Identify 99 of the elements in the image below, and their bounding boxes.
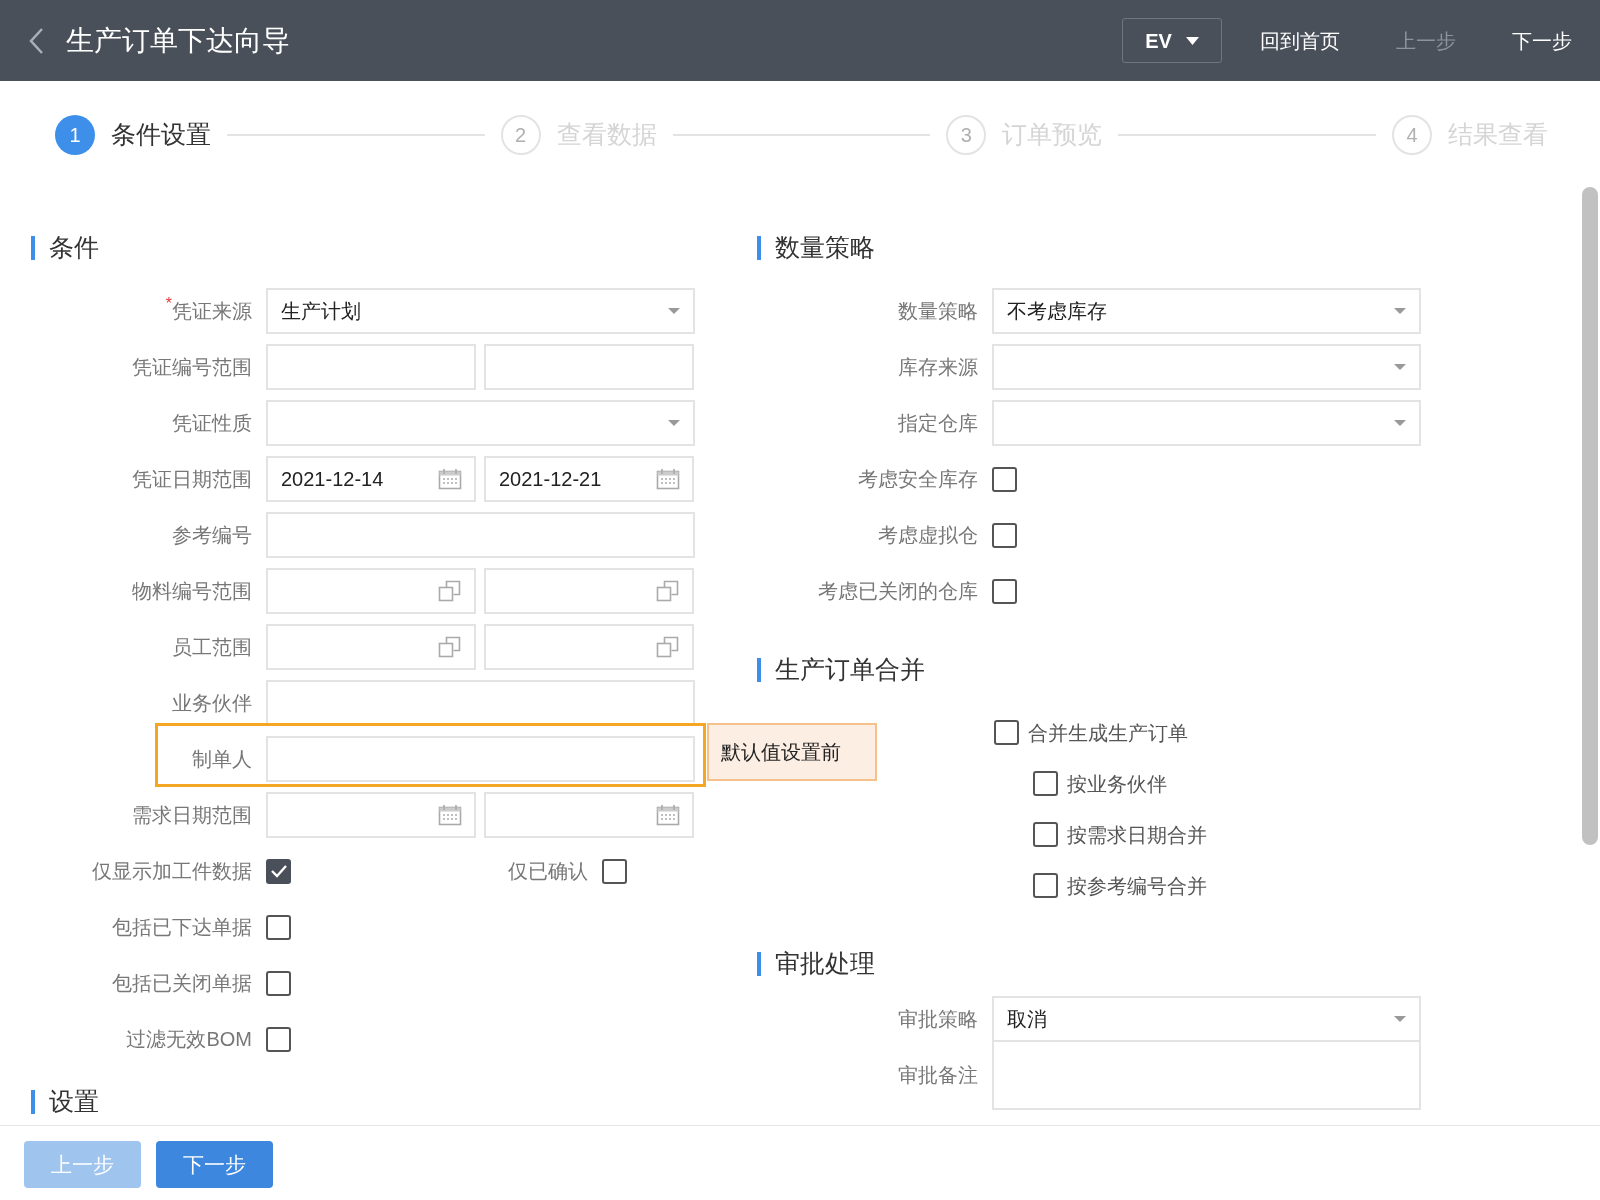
section-marker xyxy=(757,952,761,976)
copy-icon xyxy=(656,579,680,603)
input-field[interactable] xyxy=(266,624,476,670)
field-label: 业务伙伴 xyxy=(171,691,253,716)
caret-icon xyxy=(1393,1015,1407,1023)
field-label: 审批备注 xyxy=(897,1063,979,1088)
checkbox[interactable] xyxy=(266,914,291,940)
section-marker xyxy=(757,658,761,682)
section-title: 数量策略 xyxy=(775,232,875,264)
field-label: 考虑虚拟仓 xyxy=(877,523,979,548)
window-title: 生产订单下达向导 xyxy=(66,23,290,58)
section-title: 条件 xyxy=(49,232,99,264)
checkbox[interactable] xyxy=(266,1026,291,1052)
input-field[interactable] xyxy=(266,512,695,558)
calendar-icon xyxy=(438,804,462,826)
input-field[interactable] xyxy=(484,568,694,614)
caret-icon xyxy=(1393,419,1407,427)
field-label: 凭证编号范围 xyxy=(131,355,253,380)
dropdown-field[interactable]: 取消 xyxy=(992,996,1421,1042)
input-field[interactable] xyxy=(484,344,694,390)
field-label: 包括已关闭单据 xyxy=(111,971,253,996)
checkbox[interactable] xyxy=(266,970,291,996)
checkbox[interactable] xyxy=(1033,873,1058,898)
checkbox[interactable] xyxy=(266,858,291,884)
field-label: 员工范围 xyxy=(171,635,253,660)
field-label: 仅已确认 xyxy=(508,859,588,884)
checkbox-label: 按参考编号合并 xyxy=(1067,873,1207,899)
caret-icon xyxy=(1185,36,1199,45)
field-label: 考虑安全库存 xyxy=(857,467,979,492)
step-number[interactable]: 2 xyxy=(500,114,541,155)
caret-icon xyxy=(1393,307,1407,315)
checkbox-label: 按业务伙伴 xyxy=(1067,771,1167,797)
field-label: 需求日期范围 xyxy=(131,803,253,828)
scrollbar[interactable] xyxy=(1582,187,1598,845)
dropdown-field[interactable] xyxy=(266,400,695,446)
dropdown-field[interactable]: 生产计划 xyxy=(266,288,695,334)
text-area[interactable] xyxy=(992,1040,1421,1110)
step-label[interactable]: 条件设置 xyxy=(111,115,211,154)
calendar-icon xyxy=(656,804,680,826)
date-field[interactable] xyxy=(266,792,476,838)
dropdown-field[interactable] xyxy=(992,344,1421,390)
checkbox-label: 按需求日期合并 xyxy=(1067,822,1207,848)
field-label: 审批策略 xyxy=(897,1007,979,1032)
date-field[interactable] xyxy=(484,792,694,838)
checkbox[interactable] xyxy=(602,858,627,884)
step-number[interactable]: 1 xyxy=(55,114,95,155)
field-label: 仅显示加工件数据 xyxy=(91,859,253,884)
checkbox[interactable] xyxy=(1033,771,1058,796)
input-field[interactable] xyxy=(266,736,695,782)
field-label: 凭证日期范围 xyxy=(131,467,253,492)
checkbox[interactable] xyxy=(1033,822,1058,847)
section-marker xyxy=(31,236,35,260)
checkbox[interactable] xyxy=(994,720,1019,745)
field-label: 参考编号 xyxy=(171,523,253,548)
section-title: 审批处理 xyxy=(775,948,875,980)
field-label: 过滤无效BOM xyxy=(125,1027,253,1052)
input-field[interactable] xyxy=(266,680,695,726)
checkbox[interactable] xyxy=(992,466,1017,492)
checkbox[interactable] xyxy=(992,522,1017,548)
tooltip: 默认值设置前 xyxy=(707,723,877,781)
section-marker xyxy=(31,1090,35,1114)
checkbox-label: 合并生成生产订单 xyxy=(1028,720,1188,746)
field-label: 制单人 xyxy=(191,747,253,772)
dropdown-field[interactable]: 不考虑库存 xyxy=(992,288,1421,334)
field-label: 包括已下达单据 xyxy=(111,915,253,940)
field-label: 凭证来源 xyxy=(172,299,252,324)
header-link[interactable]: 回到首页 xyxy=(1260,25,1340,56)
copy-icon xyxy=(656,635,680,659)
language-dropdown[interactable]: EV xyxy=(1122,18,1222,63)
section-marker xyxy=(757,236,761,260)
caret-icon xyxy=(667,419,681,427)
input-field[interactable] xyxy=(484,624,694,670)
check-icon xyxy=(269,864,288,878)
caret-icon xyxy=(667,307,681,315)
checkbox[interactable] xyxy=(992,578,1017,604)
input-field[interactable] xyxy=(266,568,476,614)
section-title: 设置 xyxy=(49,1086,99,1118)
calendar-icon xyxy=(656,468,680,490)
section-title: 生产订单合并 xyxy=(775,654,925,686)
field-label: 库存来源 xyxy=(897,355,979,380)
input-field[interactable] xyxy=(266,344,476,390)
field-label: 物料编号范围 xyxy=(131,579,253,604)
header-link[interactable]: 下一步 xyxy=(1512,25,1572,56)
copy-icon xyxy=(438,635,462,659)
field-label: 凭证性质 xyxy=(171,411,253,436)
step-number[interactable]: 3 xyxy=(946,114,987,155)
caret-icon xyxy=(1393,363,1407,371)
step-number[interactable]: 4 xyxy=(1392,114,1432,155)
back-icon[interactable] xyxy=(28,26,44,55)
field-label: 考虑已关闭的仓库 xyxy=(817,579,979,604)
field-label: 数量策略 xyxy=(897,299,979,324)
required-mark: * xyxy=(165,296,172,312)
field-label: 指定仓库 xyxy=(897,411,979,436)
calendar-icon xyxy=(438,468,462,490)
footer-button[interactable]: 下一步 xyxy=(156,1141,273,1188)
copy-icon xyxy=(438,579,462,603)
date-field[interactable]: 2021-12-21 xyxy=(484,456,694,502)
date-field[interactable]: 2021-12-14 xyxy=(266,456,476,502)
dropdown-field[interactable] xyxy=(992,400,1421,446)
